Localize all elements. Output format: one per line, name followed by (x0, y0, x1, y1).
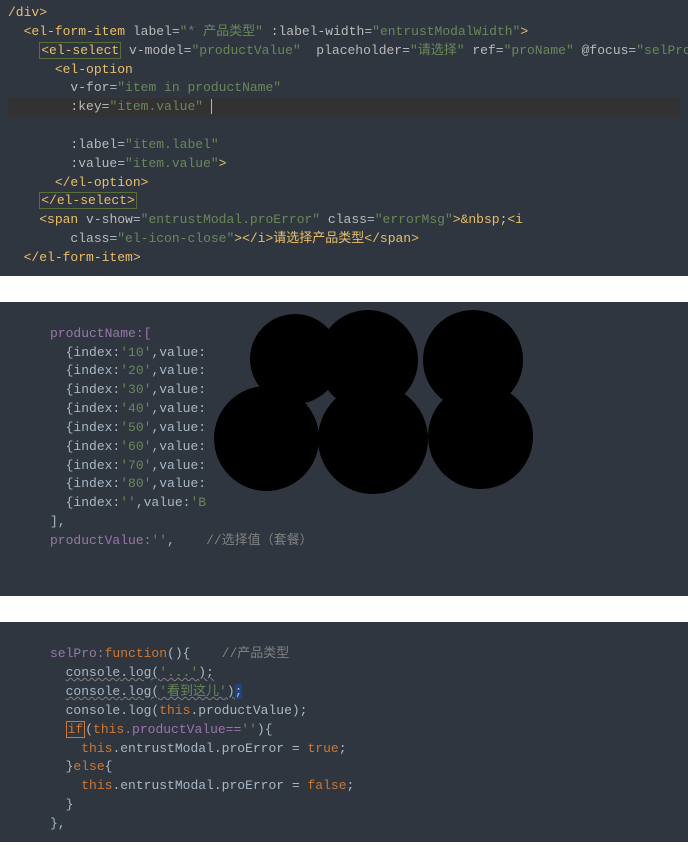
code-str: "item.value" (125, 156, 219, 171)
code-text: /div> (8, 5, 47, 20)
code-str: "productValue" (191, 43, 300, 58)
code-block-2[interactable]: productName:[ {index:'10',value: {index:… (0, 302, 688, 597)
code-attr: label (133, 24, 172, 39)
code-text: <el-option (55, 62, 133, 77)
code-str: "proName" (504, 43, 574, 58)
code-attr: v-show (86, 212, 133, 227)
code-text: ></i>请选择产品类型</span> (234, 231, 419, 246)
code-attr: v-model (129, 43, 184, 58)
code-str: "entrustModal.proError" (141, 212, 320, 227)
code-text: <span (39, 212, 78, 227)
code-str: "entrustModalWidth" (372, 24, 520, 39)
code-str: "errorMsg" (375, 212, 453, 227)
code-attr: v-for (70, 80, 109, 95)
code-block-1[interactable]: /div> <el-form-item label="* 产品类型" :labe… (0, 0, 688, 276)
code-attr: class (328, 212, 367, 227)
code-str: "item.value" (109, 99, 203, 114)
code-attr: :label (70, 137, 117, 152)
code-attr: placeholder (316, 43, 402, 58)
code-str: "item in productName" (117, 80, 281, 95)
code-attr: ref (472, 43, 495, 58)
code-attr: @focus (582, 43, 629, 58)
code-text: <el-form-item (24, 24, 125, 39)
code-attr: :key (70, 99, 101, 114)
code-text: </el-form-item> (24, 250, 141, 265)
code-text: </el-select> (41, 193, 135, 208)
code-str: "item.label" (125, 137, 219, 152)
code-str: "selPro" (636, 43, 688, 58)
code-text: >&nbsp;<i (453, 212, 523, 227)
redaction-overlay (208, 312, 548, 512)
code-attr: :label-width (271, 24, 365, 39)
code-str: "请选择" (410, 43, 465, 58)
code-prop: productName:[ (50, 326, 151, 341)
code-text: </el-option> (55, 175, 149, 190)
code-str: "el-icon-close" (117, 231, 234, 246)
code-text: <el-select (41, 43, 119, 58)
code-attr: :value (70, 156, 117, 171)
code-str: "* 产品类型" (180, 24, 263, 39)
code-block-3[interactable]: selPro:function(){ //产品类型 console.log('.… (0, 622, 688, 841)
code-attr: class (70, 231, 109, 246)
